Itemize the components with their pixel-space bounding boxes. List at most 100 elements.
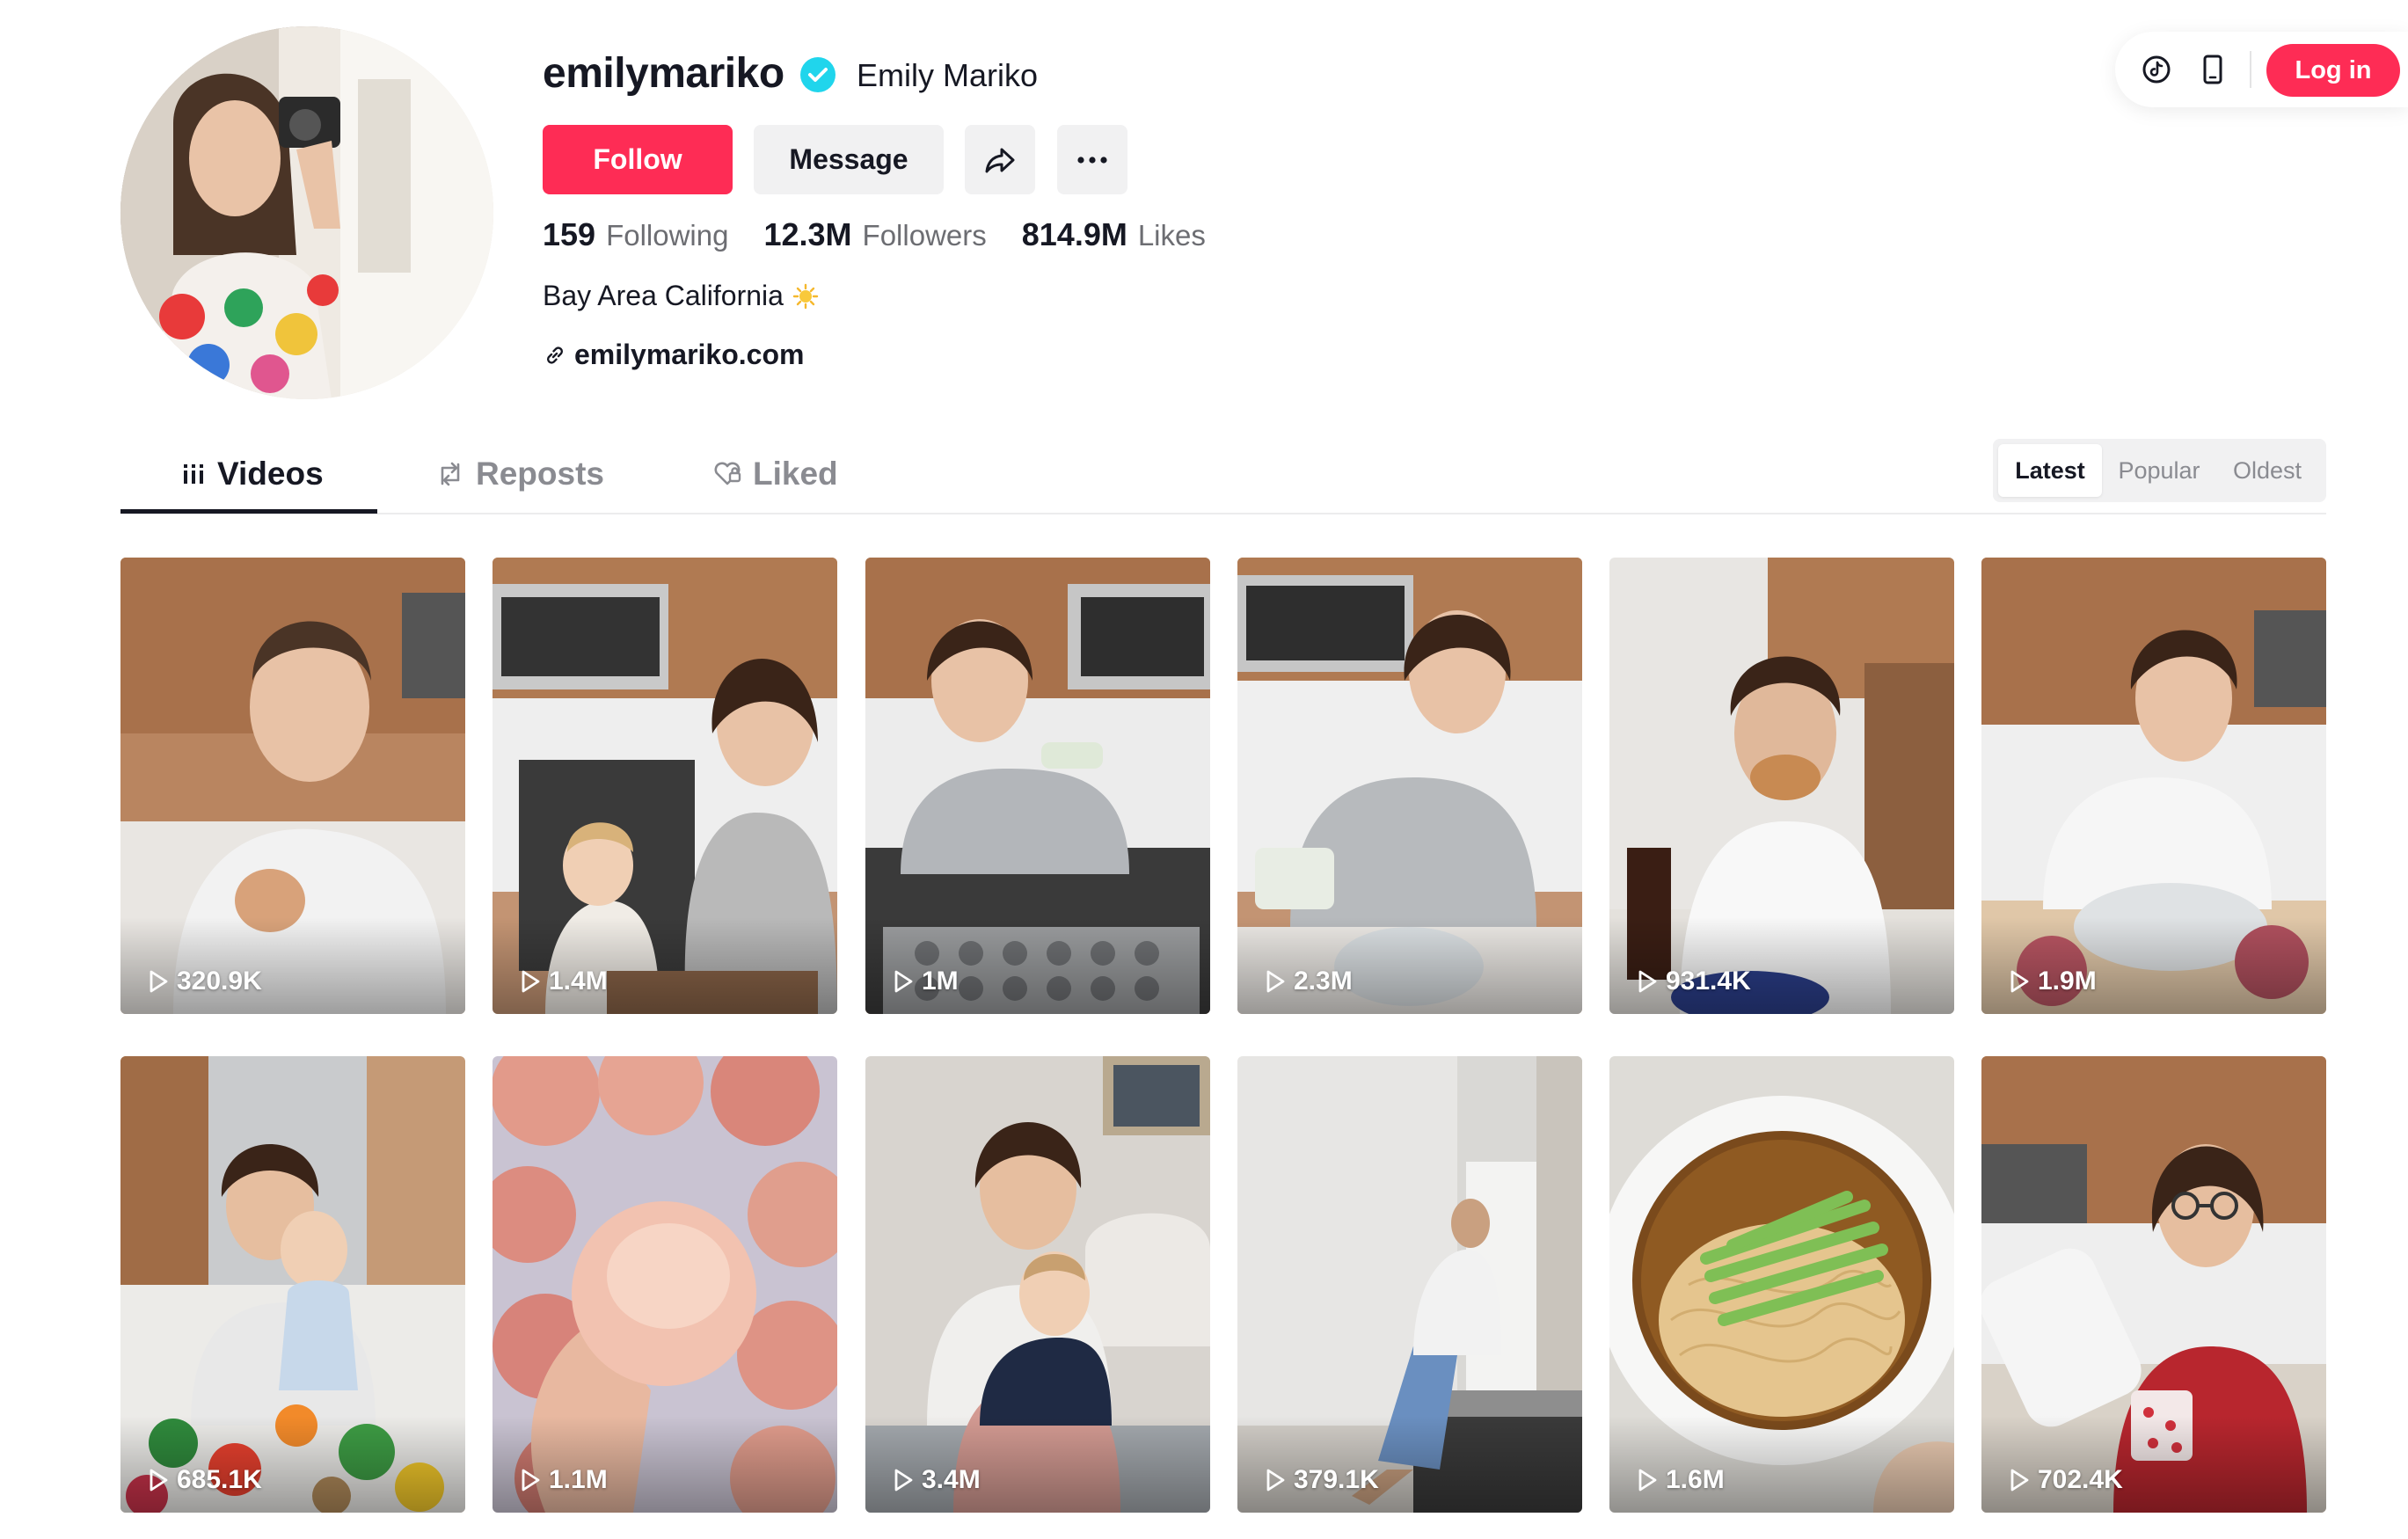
sun-icon [792, 283, 819, 309]
play-icon [894, 970, 913, 993]
play-icon [1638, 1469, 1657, 1492]
thumbnail-shade [865, 917, 1210, 1014]
thumbnail-shade [120, 917, 465, 1014]
video-views: 3.4M [892, 1465, 981, 1495]
video-card[interactable]: 320.9K [120, 558, 465, 1014]
thumbnail-shade [1237, 1416, 1582, 1513]
video-views: 1.1M [519, 1465, 608, 1495]
follow-button[interactable]: Follow [543, 125, 733, 194]
share-button[interactable] [965, 125, 1035, 194]
video-views: 702.4K [2008, 1465, 2123, 1495]
video-card[interactable]: 3.4M [865, 1056, 1210, 1513]
play-icon [2010, 1469, 2029, 1492]
video-card[interactable]: 379.1K [1237, 1056, 1582, 1513]
video-view-count: 685.1K [177, 1465, 262, 1494]
bio: Bay Area California [543, 280, 819, 312]
video-view-count: 3.4M [922, 1465, 981, 1494]
video-card[interactable]: 1.6M [1609, 1056, 1954, 1513]
active-tab-indicator [120, 509, 377, 514]
username: emilymariko [543, 50, 784, 97]
sort-popular[interactable]: Popular [2107, 444, 2211, 497]
play-icon [150, 970, 168, 993]
play-icon [1638, 970, 1657, 993]
thumbnail-shade [1981, 917, 2326, 1014]
play-icon [2010, 970, 2029, 993]
sort-oldest[interactable]: Oldest [2215, 444, 2320, 497]
video-view-count: 2.3M [1294, 966, 1353, 996]
message-button[interactable]: Message [754, 125, 944, 194]
more-icon [1077, 156, 1107, 164]
video-card[interactable]: 1.9M [1981, 558, 2326, 1014]
thumbnail-shade [1609, 917, 1954, 1014]
sort-segmented-control: Latest Popular Oldest [1993, 439, 2326, 502]
login-button[interactable]: Log in [2266, 44, 2400, 97]
video-card[interactable]: 1.1M [493, 1056, 837, 1513]
play-icon [150, 1469, 168, 1492]
followers-count: 12.3M [763, 216, 852, 252]
link-icon [547, 346, 563, 364]
play-icon [522, 970, 540, 993]
share-icon [985, 148, 1015, 172]
play-icon [1266, 1469, 1285, 1492]
video-views: 931.4K [1636, 966, 1751, 996]
video-views: 1.6M [1636, 1465, 1725, 1495]
video-views: 685.1K [147, 1465, 262, 1495]
nickname: Emily Mariko [857, 57, 1039, 93]
verified-icon [800, 57, 836, 92]
likes-label: Likes [1137, 219, 1206, 252]
play-icon [522, 1469, 540, 1492]
video-view-count: 931.4K [1666, 966, 1751, 996]
thumbnail-shade [120, 1416, 465, 1513]
tab-reposts[interactable]: Reposts [435, 452, 604, 496]
video-views: 320.9K [147, 966, 262, 996]
thumbnail-shade [1981, 1416, 2326, 1513]
video-views: 379.1K [1264, 1465, 1379, 1495]
video-view-count: 1.4M [549, 966, 608, 996]
video-view-count: 1.6M [1666, 1465, 1725, 1494]
tab-liked[interactable]: Liked [712, 452, 838, 496]
video-views: 2.3M [1264, 966, 1353, 996]
video-card[interactable]: 931.4K [1609, 558, 1954, 1014]
play-icon [1266, 970, 1285, 993]
thumbnail-shade [493, 1416, 837, 1513]
video-views: 1.9M [2008, 966, 2097, 996]
profile-stats: 159 Following 12.3M Followers 814.9M Lik… [543, 216, 1206, 253]
followers-label: Followers [862, 219, 987, 252]
video-views: 1M [892, 966, 959, 996]
profile-link[interactable]: emilymariko.com [543, 339, 804, 371]
video-views: 1.4M [519, 966, 608, 996]
tab-videos[interactable]: Videos [180, 452, 324, 496]
play-icon [894, 1469, 913, 1492]
video-view-count: 702.4K [2038, 1465, 2123, 1494]
following-label: Following [606, 219, 729, 252]
video-view-count: 379.1K [1294, 1465, 1379, 1494]
tab-videos-label: Videos [217, 456, 324, 492]
avatar[interactable] [120, 26, 493, 399]
video-card[interactable]: 685.1K [120, 1056, 465, 1513]
video-card[interactable]: 1M [865, 558, 1210, 1014]
tiktok-icon[interactable] [2138, 51, 2175, 88]
more-button[interactable] [1057, 125, 1127, 194]
tabs-divider [120, 513, 2326, 514]
top-action-bar: Log in [2115, 32, 2408, 107]
sort-latest[interactable]: Latest [1998, 444, 2102, 497]
bio-text: Bay Area California [543, 280, 784, 311]
grid-icon [184, 464, 203, 484]
video-card[interactable]: 1.4M [493, 558, 837, 1014]
repost-icon [441, 462, 460, 486]
thumbnail-shade [1609, 1416, 1954, 1513]
profile-link-text: emilymariko.com [574, 339, 805, 370]
heart-icon [714, 462, 741, 485]
following-count: 159 [543, 216, 596, 252]
mobile-icon[interactable] [2194, 51, 2231, 88]
tab-liked-label: Liked [753, 456, 838, 492]
tab-reposts-label: Reposts [476, 456, 604, 492]
video-view-count: 320.9K [177, 966, 262, 996]
thumbnail-shade [1237, 917, 1582, 1014]
video-view-count: 1.1M [549, 1465, 608, 1494]
thumbnail-shade [493, 917, 837, 1014]
video-view-count: 1M [922, 966, 959, 996]
divider [2250, 51, 2251, 88]
video-card[interactable]: 702.4K [1981, 1056, 2326, 1513]
video-card[interactable]: 2.3M [1237, 558, 1582, 1014]
